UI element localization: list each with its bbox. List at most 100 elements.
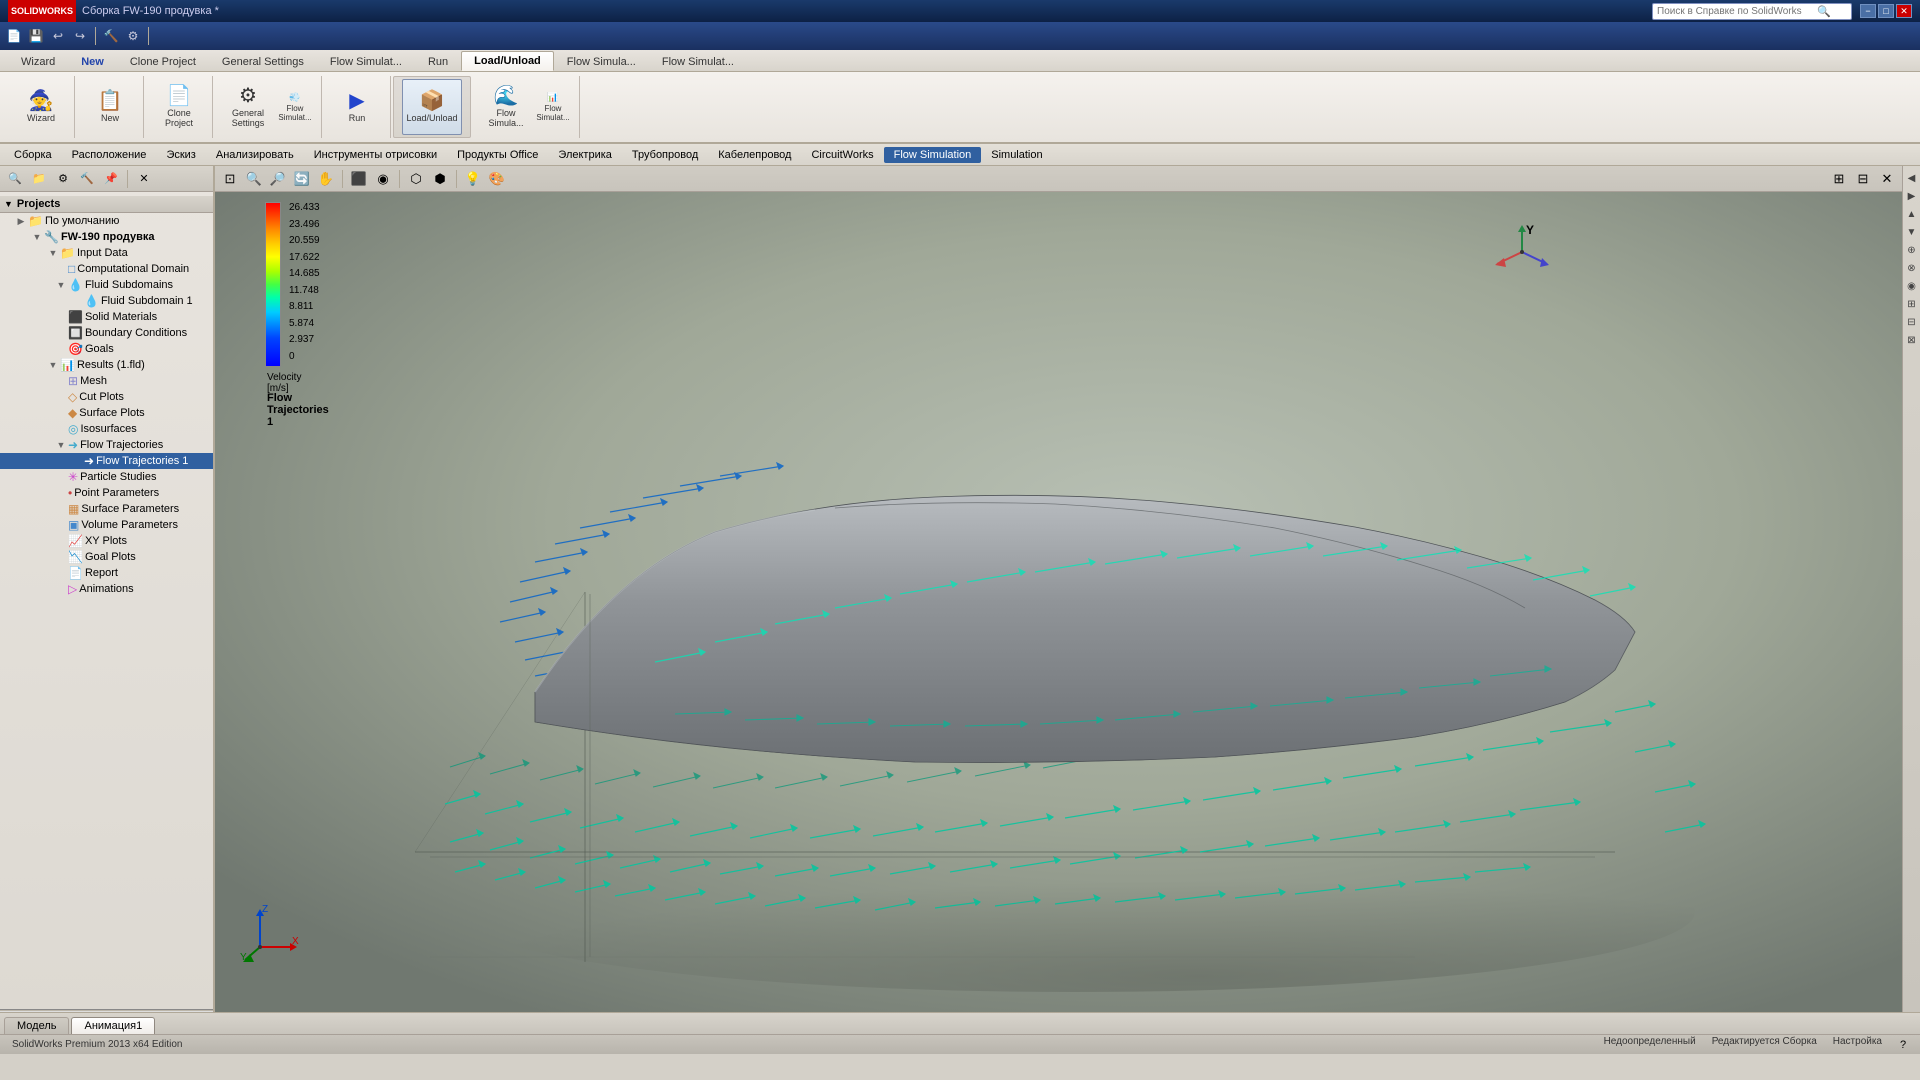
right-panel-btn2[interactable]: ▶	[1904, 188, 1920, 204]
tab-flow-sim2[interactable]: Flow Simula...	[554, 52, 649, 71]
options-button[interactable]: ⚙	[123, 26, 143, 46]
rotate-view[interactable]: 🔄	[291, 168, 313, 190]
tree-item-flow-traj1[interactable]: ➜ Flow Trajectories 1	[0, 453, 213, 469]
undo-button[interactable]: ↩	[48, 26, 68, 46]
tree-item-results[interactable]: ▼ 📊 Results (1.fld)	[0, 357, 213, 373]
tree-item-volume-params[interactable]: ▣ Volume Parameters	[0, 517, 213, 533]
menu-flow-sim[interactable]: Flow Simulation	[884, 147, 982, 163]
menu-elektrika[interactable]: Электрика	[548, 147, 622, 163]
menu-sborka[interactable]: Сборка	[4, 147, 62, 163]
tab-load-unload[interactable]: Load/Unload	[461, 51, 554, 71]
tab-flow-sim3[interactable]: Flow Simulat...	[649, 52, 747, 71]
tab-run[interactable]: Run	[415, 52, 461, 71]
right-panel-btn8[interactable]: ⊞	[1904, 296, 1920, 312]
appearance-btn[interactable]: 🎨	[486, 168, 508, 190]
view-orient[interactable]: ◉	[372, 168, 394, 190]
help-button[interactable]: ?	[1894, 1036, 1912, 1054]
general-settings-button[interactable]: ⚙ GeneralSettings	[223, 79, 273, 135]
redo-button[interactable]: ↪	[70, 26, 90, 46]
tab-wizard[interactable]: Wizard	[8, 52, 68, 71]
tree-item-goal-plots[interactable]: 📉 Goal Plots	[0, 549, 213, 565]
tab-model[interactable]: Модель	[4, 1017, 69, 1034]
tree-toolbar-btn4[interactable]: 🔨	[76, 168, 98, 190]
search-box[interactable]: 🔍	[1652, 3, 1852, 20]
tree-toolbar-btn1[interactable]: 🔍	[4, 168, 26, 190]
tree-item-xy-plots[interactable]: 📈 XY Plots	[0, 533, 213, 549]
tree-toolbar-btn5[interactable]: 📌	[100, 168, 122, 190]
lights-btn[interactable]: 💡	[462, 168, 484, 190]
menu-office[interactable]: Продукты Office	[447, 147, 548, 163]
tree-item-surface-params[interactable]: ▦ Surface Parameters	[0, 501, 213, 517]
right-panel-btn4[interactable]: ▼	[1904, 224, 1920, 240]
tree-item-fluid-sub1[interactable]: 💧 Fluid Subdomain 1	[0, 293, 213, 309]
menu-circuit[interactable]: CircuitWorks	[801, 147, 883, 163]
menu-truba[interactable]: Трубопровод	[622, 147, 708, 163]
tree-item-goals[interactable]: 🎯 Goals	[0, 341, 213, 357]
flow-simula-button[interactable]: 🌊 FlowSimula...	[481, 79, 531, 135]
tree-toolbar-btn2[interactable]: 📁	[28, 168, 50, 190]
flow-small-btn1[interactable]: 📊 Flow Simulat...	[535, 94, 571, 120]
tree-item-boundary[interactable]: 🔲 Boundary Conditions	[0, 325, 213, 341]
tree-item-solid-mat[interactable]: ⬛ Solid Materials	[0, 309, 213, 325]
viewport-3d[interactable]: 26.433 23.496 20.559 17.622 14.685 11.74…	[215, 192, 1902, 1012]
menu-eskiz[interactable]: Эскиз	[156, 147, 205, 163]
tab-general[interactable]: General Settings	[209, 52, 317, 71]
shaded-btn[interactable]: ⬢	[429, 168, 451, 190]
right-panel-btn5[interactable]: ⊕	[1904, 242, 1920, 258]
right-panel-btn3[interactable]: ▲	[1904, 206, 1920, 222]
panel-splitter[interactable]	[0, 1009, 213, 1012]
right-panel-btn6[interactable]: ⊗	[1904, 260, 1920, 276]
menu-analiz[interactable]: Анализировать	[206, 147, 304, 163]
right-panel-btn9[interactable]: ⊟	[1904, 314, 1920, 330]
menu-raspolozh[interactable]: Расположение	[62, 147, 157, 163]
maximize-button[interactable]: □	[1878, 4, 1894, 18]
right-panel-btn7[interactable]: ◉	[1904, 278, 1920, 294]
clone-button[interactable]: 📄 CloneProject	[154, 79, 204, 135]
zoom-out[interactable]: 🔎	[267, 168, 289, 190]
tree-item-mesh[interactable]: ⊞ Mesh	[0, 373, 213, 389]
tree-item-fw190[interactable]: ▼ 🔧 FW-190 продувка	[0, 229, 213, 245]
right-panel-btn1[interactable]: ◀	[1904, 170, 1920, 186]
sw-logo[interactable]: SOLIDWORKS	[8, 0, 76, 22]
viewport-close[interactable]: ✕	[1876, 168, 1898, 190]
tree-item-isosurfaces[interactable]: ◎ Isosurfaces	[0, 421, 213, 437]
tree-item-report[interactable]: 📄 Report	[0, 565, 213, 581]
wireframe-btn[interactable]: ⬡	[405, 168, 427, 190]
new-file-button[interactable]: 📄	[4, 26, 24, 46]
tree-item-inputdata[interactable]: ▼ 📁 Input Data	[0, 245, 213, 261]
tree-item-flow-traj[interactable]: ▼ ➜ Flow Trajectories	[0, 437, 213, 453]
new-project-button[interactable]: 📋 New	[85, 79, 135, 135]
tree-item-fluid-subdomains[interactable]: ▼ 💧 Fluid Subdomains	[0, 277, 213, 293]
tree-item-surface-plots[interactable]: ◆ Surface Plots	[0, 405, 213, 421]
tree-item-point-params[interactable]: • Point Parameters	[0, 485, 213, 501]
front-view[interactable]: ⬛	[348, 168, 370, 190]
status-settings[interactable]: Настройка	[1829, 1036, 1886, 1054]
tree-item-cut-plots[interactable]: ◇ Cut Plots	[0, 389, 213, 405]
wizard-button[interactable]: 🧙 Wizard	[16, 79, 66, 135]
rebuild-button[interactable]: 🔨	[101, 26, 121, 46]
flow-sim-small-button[interactable]: 💨 Flow Simulat...	[277, 94, 313, 120]
search-icon[interactable]: 🔍	[1817, 5, 1831, 18]
run-button[interactable]: ▶ Run	[332, 79, 382, 135]
menu-simulation[interactable]: Simulation	[981, 147, 1052, 163]
tree-item-particle[interactable]: ✳ Particle Studies	[0, 469, 213, 485]
menu-tools[interactable]: Инструменты отрисовки	[304, 147, 447, 163]
load-unload-button[interactable]: 📦 Load/Unload	[402, 79, 462, 135]
tree-toolbar-btn3[interactable]: ⚙	[52, 168, 74, 190]
zoom-in[interactable]: 🔍	[243, 168, 265, 190]
pan-view[interactable]: ✋	[315, 168, 337, 190]
right-panel-btn10[interactable]: ⊠	[1904, 332, 1920, 348]
tab-flow-sim[interactable]: Flow Simulat...	[317, 52, 415, 71]
tree-item-animations[interactable]: ▷ Animations	[0, 581, 213, 597]
menu-kabel[interactable]: Кабелепровод	[708, 147, 801, 163]
viewport-maximize[interactable]: ⊞	[1828, 168, 1850, 190]
close-button[interactable]: ✕	[1896, 4, 1912, 18]
zoom-to-fit[interactable]: ⊡	[219, 168, 241, 190]
save-button[interactable]: 💾	[26, 26, 46, 46]
tree-item-compdomain[interactable]: □ Computational Domain	[0, 261, 213, 277]
search-input[interactable]	[1657, 6, 1817, 17]
tab-clone[interactable]: Clone Project	[117, 52, 209, 71]
tab-animation1[interactable]: Анимация1	[71, 1017, 155, 1034]
minimize-button[interactable]: −	[1860, 4, 1876, 18]
tree-close-btn[interactable]: ✕	[133, 168, 155, 190]
